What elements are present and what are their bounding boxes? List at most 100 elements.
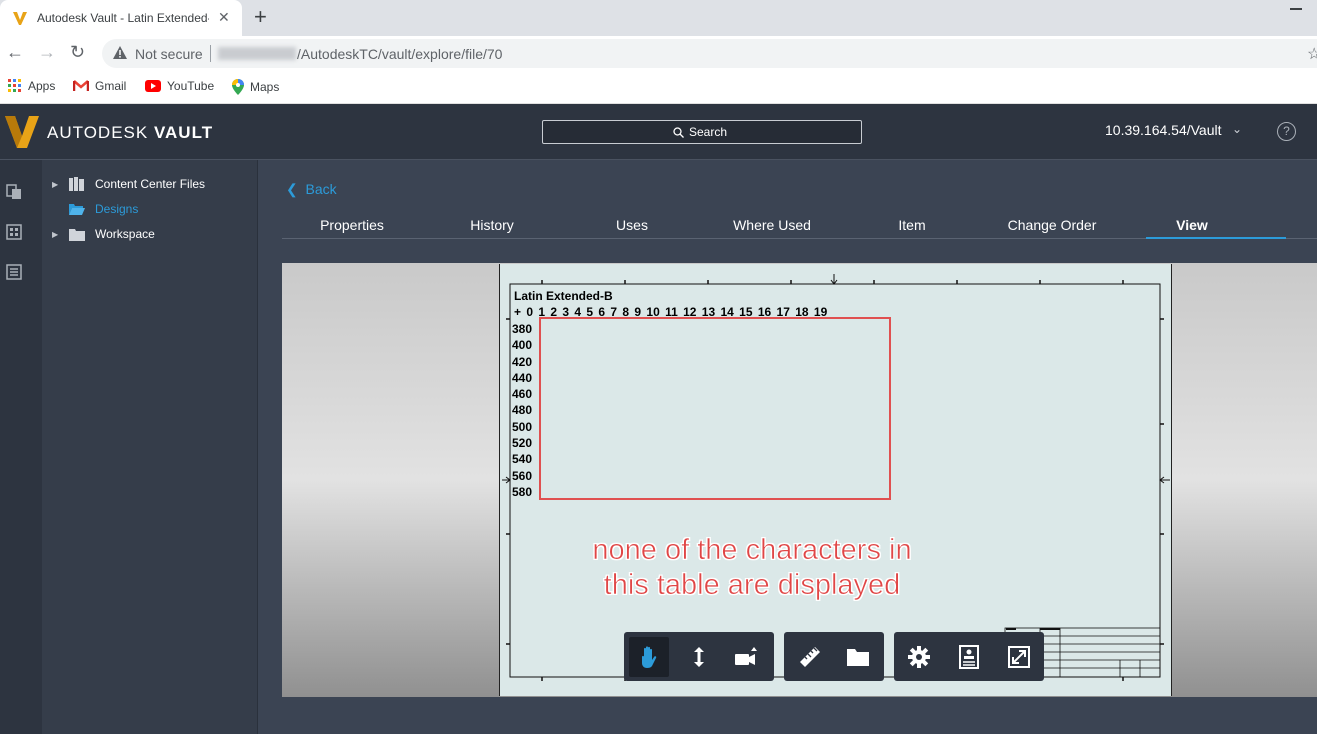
drawing-title: Latin Extended-B	[514, 289, 613, 303]
main-content: ❮ Back Properties History Uses Where Use…	[258, 160, 1317, 734]
vault-header: AUTODESK VAULT Search 10.39.164.54/Vault…	[0, 104, 1317, 160]
bookmark-star-icon[interactable]: ☆	[1307, 44, 1317, 64]
navigation-toolbar-group	[624, 632, 774, 681]
help-icon[interactable]: ?	[1277, 122, 1296, 141]
fullscreen-button[interactable]	[999, 637, 1039, 677]
chevron-left-icon: ❮	[286, 181, 298, 197]
back-arrow-icon[interactable]: ←	[6, 42, 24, 63]
folder-icon	[69, 228, 85, 241]
row-label: 480	[512, 403, 533, 418]
row-label: 400	[512, 338, 533, 353]
row-label: 440	[512, 370, 533, 385]
tree-item-label: Content Center Files	[95, 177, 206, 191]
server-selector[interactable]: 10.39.164.54/Vault	[1105, 122, 1222, 138]
change-orders-list-icon[interactable]	[6, 264, 22, 280]
folder-icon	[847, 649, 869, 666]
row-label: 420	[512, 354, 533, 369]
folder-tree: ▶ Content Center Files Designs ▶ Workspa…	[42, 160, 258, 734]
expand-arrow-icon[interactable]: ▶	[52, 230, 58, 239]
zoom-button[interactable]	[679, 637, 719, 677]
tab-close-icon[interactable]: ✕	[218, 9, 230, 26]
row-label: 380	[512, 322, 533, 336]
tab-uses[interactable]: Uses	[562, 217, 702, 233]
tree-item-workspace[interactable]: Workspace	[69, 227, 155, 241]
search-label: Search	[689, 125, 728, 139]
brand-vault: VAULT	[153, 123, 214, 142]
drawing-viewer[interactable]: Latin Extended-B + 0 1 2 3 4 5 6 7 8 9 1…	[282, 263, 1317, 697]
address-bar[interactable]: Not secure /AutodeskTC/vault/explore/fil…	[102, 39, 1317, 68]
settings-button[interactable]	[899, 637, 939, 677]
bookmark-label: Apps	[28, 79, 56, 93]
tree-item-label: Workspace	[95, 227, 155, 241]
bookmark-apps[interactable]: Apps	[8, 79, 55, 93]
warning-triangle-icon	[113, 46, 127, 59]
maps-icon	[232, 79, 244, 95]
tab-properties[interactable]: Properties	[282, 217, 422, 233]
forward-arrow-icon[interactable]: →	[38, 42, 56, 63]
back-link[interactable]: ❮ Back	[286, 181, 337, 198]
tree-item-designs[interactable]: Designs	[69, 202, 138, 216]
bookmark-gmail[interactable]: Gmail	[73, 79, 126, 93]
search-input[interactable]: Search	[542, 120, 862, 144]
browser-tab[interactable]: Autodesk Vault - Latin Extended- ✕	[0, 0, 242, 36]
bookmark-label: Gmail	[95, 79, 127, 93]
annotation-callout: none of the characters in this table are…	[552, 533, 952, 603]
annotation-line: none of the characters in	[592, 534, 912, 567]
ruler-icon	[800, 647, 820, 667]
left-rail	[0, 160, 42, 734]
bookmark-youtube[interactable]: YouTube	[145, 79, 214, 93]
annotation-highlight-box	[539, 317, 891, 500]
expand-arrow-icon[interactable]: ▶	[52, 180, 58, 189]
measure-toolbar-group	[784, 632, 884, 681]
row-label: 500	[512, 419, 533, 434]
row-label: 580	[512, 484, 533, 499]
url-divider	[210, 45, 211, 62]
reload-icon[interactable]: ↻	[70, 42, 85, 63]
tab-history[interactable]: History	[422, 217, 562, 233]
row-label: 560	[512, 468, 533, 483]
fullscreen-icon	[1008, 646, 1030, 668]
row-label: 460	[512, 387, 533, 402]
measure-button[interactable]	[790, 637, 830, 677]
tab-view[interactable]: View	[1122, 217, 1262, 233]
tab-change-order[interactable]: Change Order	[982, 217, 1122, 233]
files-icon[interactable]	[6, 184, 22, 200]
tab-item[interactable]: Item	[842, 217, 982, 233]
tab-where-used[interactable]: Where Used	[702, 217, 842, 233]
active-tab-indicator	[1146, 237, 1286, 239]
bookmark-label: YouTube	[167, 79, 215, 93]
browser-toolbar: ← → ↻ Not secure /AutodeskTC/vault/explo…	[0, 36, 1317, 72]
drawing-row-labels: 380 400 420 440 460 480 500 520 540 560 …	[512, 321, 542, 500]
product-brand: AUTODESK VAULT	[47, 123, 213, 143]
library-icon	[69, 177, 84, 191]
row-label: 540	[512, 452, 533, 467]
apps-grid-icon	[8, 79, 21, 92]
detail-tabs: Properties History Uses Where Used Item …	[282, 215, 1317, 239]
bookmark-maps[interactable]: Maps	[232, 79, 279, 95]
zoom-arrows-icon	[694, 647, 704, 667]
back-label: Back	[305, 181, 337, 197]
tab-title: Autodesk Vault - Latin Extended-	[37, 11, 209, 25]
properties-button[interactable]	[949, 637, 989, 677]
pan-button[interactable]	[629, 637, 669, 677]
chevron-down-icon[interactable]: ⌄	[1232, 122, 1242, 136]
model-browser-button[interactable]	[838, 637, 878, 677]
url-host-redacted	[218, 47, 296, 60]
url-path[interactable]: /AutodeskTC/vault/explore/file/70	[297, 46, 502, 62]
row-label: 520	[512, 436, 533, 451]
camera-icon	[735, 647, 757, 665]
youtube-icon	[145, 80, 161, 92]
tree-item-content-center[interactable]: Content Center Files	[69, 177, 205, 191]
gmail-icon	[73, 80, 89, 91]
annotation-line: this table are displayed	[603, 569, 901, 602]
not-secure-label[interactable]: Not secure	[135, 46, 203, 62]
camera-button[interactable]	[727, 637, 767, 677]
brand-autodesk: AUTODESK	[47, 123, 149, 142]
items-grid-icon[interactable]	[6, 224, 22, 240]
new-tab-button[interactable]: +	[254, 4, 267, 30]
settings-toolbar-group	[894, 632, 1044, 681]
gear-icon	[908, 646, 930, 668]
window-minimize-icon[interactable]	[1290, 8, 1302, 10]
properties-panel-icon	[959, 645, 979, 669]
browser-tabstrip: Autodesk Vault - Latin Extended- ✕ +	[0, 0, 1317, 36]
